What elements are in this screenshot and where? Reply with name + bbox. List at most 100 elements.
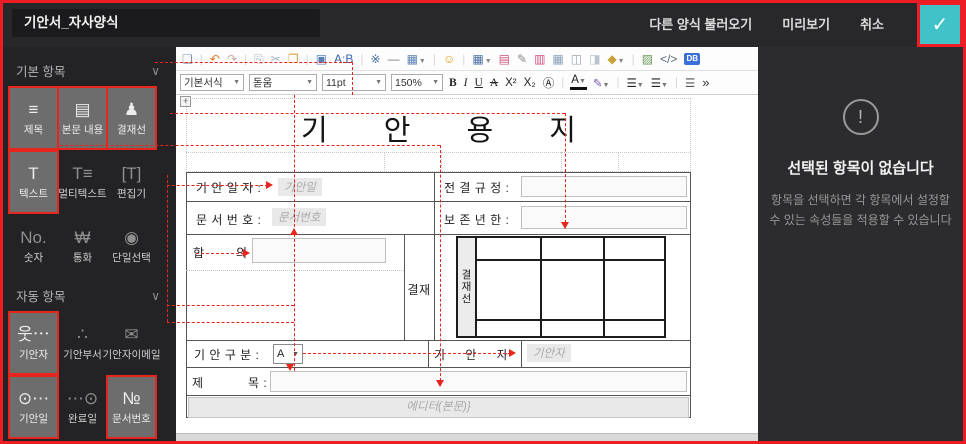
- sidebar-item-text[interactable]: T텍스트: [10, 152, 57, 212]
- italic-button[interactable]: I: [463, 77, 469, 89]
- no-selection-title: 선택된 항목이 없습니다: [787, 157, 933, 178]
- insert-frame-icon[interactable]: ▣: [316, 53, 327, 65]
- insert-table-icon[interactable]: ▦▼: [472, 53, 491, 65]
- chevron-down-icon: ▼: [432, 79, 439, 86]
- form-editor-app: 기안서_자사양식 다른 양식 불러오기 미리보기 취소 ✓ 기본 항목∨≡제목▤…: [0, 0, 966, 444]
- font-family-select[interactable]: 돋움▼: [249, 74, 317, 91]
- find-replace-icon[interactable]: A:B: [334, 53, 353, 65]
- drafter-icon: 웃⋯: [17, 325, 50, 345]
- undo-icon[interactable]: ↶: [210, 53, 220, 65]
- approval-line-table[interactable]: 결재선: [456, 236, 666, 338]
- alert-circle-icon: [843, 99, 879, 135]
- toolbar-separator: |: [306, 53, 309, 65]
- subject-input[interactable]: [270, 371, 687, 392]
- view-code-icon[interactable]: </>: [660, 53, 677, 65]
- agreement-input[interactable]: [252, 238, 386, 263]
- more-button[interactable]: »: [701, 75, 710, 90]
- document-canvas[interactable]: 기 안 용 지 기 안 일 자 : 기안일 전 결 규 정 : 문: [176, 95, 758, 441]
- strikethrough-button[interactable]: A: [489, 77, 499, 89]
- unordered-list-button[interactable]: ☰▼: [650, 76, 669, 90]
- sidebar-item-title[interactable]: ≡제목: [10, 88, 57, 148]
- cancel-button[interactable]: 취소: [860, 14, 884, 33]
- preview-button[interactable]: 미리보기: [782, 14, 830, 33]
- paste-icon[interactable]: ❐: [288, 53, 299, 65]
- highlight-color-button[interactable]: ✎▼: [592, 76, 611, 90]
- check-icon: ✓: [932, 12, 949, 37]
- number-icon: No.: [20, 228, 46, 248]
- draft-date-field[interactable]: 기안일: [278, 178, 322, 196]
- sidebar-item-number[interactable]: No.숫자: [10, 216, 57, 276]
- row-border: [186, 234, 691, 235]
- insert-row-icon[interactable]: ▤: [499, 53, 510, 65]
- form-title-input[interactable]: 기안서_자사양식: [12, 9, 320, 37]
- draft-department-icon: ∴: [77, 325, 88, 345]
- font-color-button[interactable]: A▼: [570, 75, 587, 90]
- special-character-icon[interactable]: ※: [371, 53, 381, 65]
- line-height-select[interactable]: 150% ▼: [391, 74, 443, 91]
- table-style-icon[interactable]: ▦: [552, 53, 563, 65]
- sidebar-item-draft-date[interactable]: ⊙⋯기안일: [10, 377, 57, 437]
- toolbar-separator: |: [244, 53, 247, 65]
- confirm-button[interactable]: ✓: [920, 5, 960, 44]
- emoticon-icon[interactable]: ☺: [443, 53, 455, 65]
- cut-icon[interactable]: ✂: [271, 53, 281, 65]
- guide-line: [561, 152, 562, 172]
- superscript-button[interactable]: X²: [504, 77, 518, 89]
- chevron-down-icon: ▼: [233, 79, 240, 86]
- select-value: 11pt: [326, 77, 346, 89]
- ordered-list-button[interactable]: ☰▼: [625, 76, 644, 90]
- sidebar-item-drafter-email[interactable]: ✉기안자이메일: [108, 313, 155, 373]
- item-label: 본문 내용: [62, 124, 104, 137]
- sidebar-item-currency[interactable]: ₩통화: [59, 216, 106, 276]
- merge-cells-icon[interactable]: ◫: [571, 53, 582, 65]
- editor-pane: ❏|↶↷|⎘✂❐|▣A:B|※—▦▼|☺|▦▼▤✎▥▦◫◨◆▼|▨</>DB 기…: [176, 47, 758, 441]
- section-header[interactable]: 자동 항목∨: [10, 284, 166, 313]
- insert-column-icon[interactable]: ▥: [534, 53, 545, 65]
- load-other-form-button[interactable]: 다른 양식 불러오기: [649, 14, 752, 33]
- char-style-button[interactable]: Ⓐ: [542, 75, 556, 91]
- font-size-select[interactable]: 11pt ▼: [322, 74, 386, 91]
- insert-image-icon[interactable]: ▨: [642, 53, 653, 65]
- chevron-down-icon: ▼: [637, 82, 644, 89]
- align-button[interactable]: ☰: [684, 76, 696, 90]
- body-editor-placeholder[interactable]: 에디터(본문)}: [188, 397, 689, 418]
- toolbar-separator: |: [615, 77, 620, 89]
- bold-button[interactable]: B: [448, 77, 458, 89]
- sidebar-item-single-select[interactable]: ◉단일선택: [108, 216, 155, 276]
- cell-shading-icon[interactable]: ◆▼: [607, 53, 624, 65]
- rule-input[interactable]: [521, 176, 687, 197]
- item-label: 단일선택: [112, 252, 151, 265]
- sidebar-item-complete-date[interactable]: ⋯⊙완료일: [59, 377, 106, 437]
- subscript-button[interactable]: X₂: [523, 77, 537, 89]
- approval-line-icon: ♟: [124, 100, 139, 120]
- draft-type-select[interactable]: A ▼: [273, 344, 303, 364]
- db-icon[interactable]: DB: [684, 53, 700, 65]
- document-page-title[interactable]: 기 안 용 지: [186, 107, 691, 149]
- paragraph-style-select[interactable]: 기본서식▼: [180, 74, 244, 91]
- split-cells-icon[interactable]: ◨: [589, 53, 600, 65]
- toolbar-separator: |: [462, 53, 465, 65]
- copy-icon[interactable]: ⎘: [254, 53, 264, 65]
- calendar-icon[interactable]: ▦▼: [407, 53, 426, 65]
- redo-icon[interactable]: ↷: [227, 53, 237, 65]
- sidebar-item-multi-text[interactable]: T≡멀티텍스트: [59, 152, 106, 212]
- select-value: 150%: [395, 77, 422, 89]
- sidebar-item-document-number[interactable]: №문서번호: [108, 377, 155, 437]
- doc-number-label: 문 서 번 호 :: [196, 211, 261, 228]
- doc-number-field[interactable]: 문서번호: [272, 208, 326, 226]
- table-pen-icon[interactable]: ✎: [517, 53, 527, 65]
- new-document-icon[interactable]: ❏: [182, 53, 193, 65]
- sidebar-item-body-content[interactable]: ▤본문 내용: [59, 88, 106, 148]
- retention-input[interactable]: [521, 206, 687, 229]
- sidebar-item-editor[interactable]: [T]편집기: [108, 152, 155, 212]
- underline-button[interactable]: U: [474, 77, 484, 89]
- item-label: 기안일: [19, 413, 48, 426]
- chevron-down-icon: ▼: [375, 79, 382, 86]
- sidebar-item-approval-line[interactable]: ♟결재선: [108, 88, 155, 148]
- top-bar: 기안서_자사양식 다른 양식 불러오기 미리보기 취소 ✓: [0, 0, 966, 47]
- sidebar-item-draft-department[interactable]: ∴기안부서: [59, 313, 106, 373]
- drafter-field[interactable]: 기안자: [527, 344, 571, 362]
- sidebar-item-drafter[interactable]: 웃⋯기안자: [10, 313, 57, 373]
- section-header[interactable]: 기본 항목∨: [10, 59, 166, 88]
- horizontal-rule-icon[interactable]: —: [388, 53, 400, 65]
